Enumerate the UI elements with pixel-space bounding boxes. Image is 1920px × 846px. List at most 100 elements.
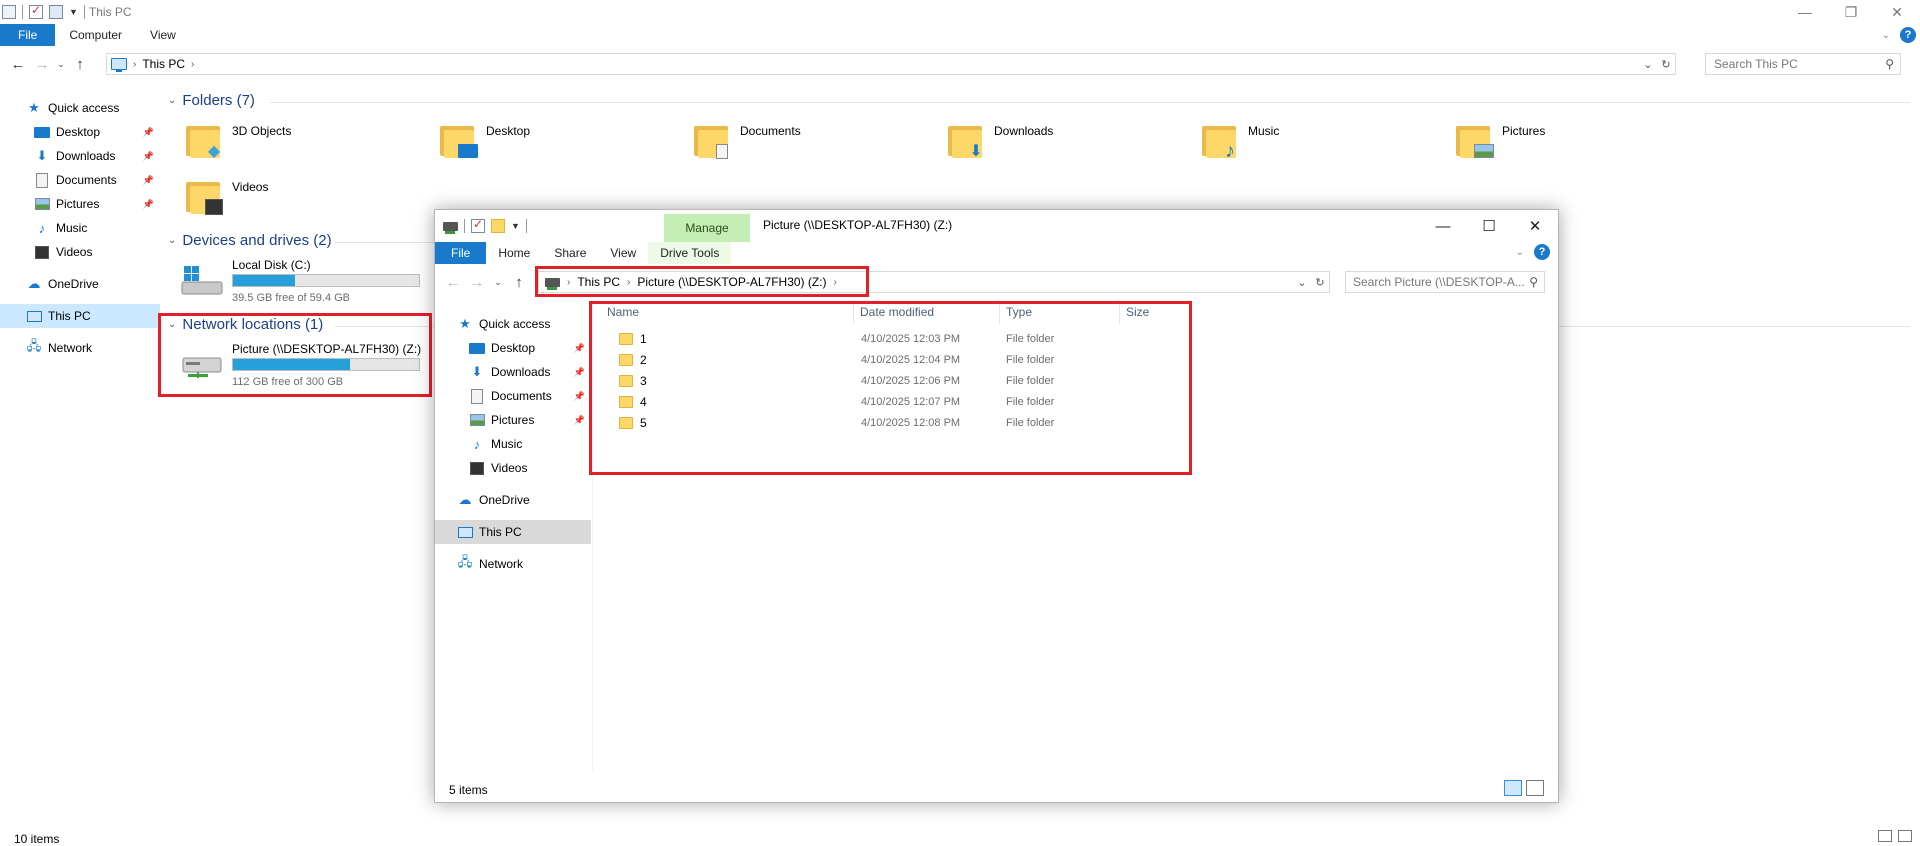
- pin-icon[interactable]: 📌: [143, 127, 154, 138]
- expand-ribbon-icon[interactable]: ⌄: [1516, 247, 1524, 258]
- nav-item-quick-access[interactable]: ★ Quick access: [0, 96, 160, 120]
- nav-item-downloads[interactable]: ⬇ Downloads 📌: [435, 360, 591, 384]
- breadcrumb-this-pc[interactable]: This PC: [142, 57, 185, 71]
- pin-icon[interactable]: 📌: [574, 415, 585, 426]
- tab-computer[interactable]: Computer: [55, 24, 136, 46]
- address-dropdown-icon[interactable]: ⌄: [1639, 58, 1657, 71]
- folder-videos[interactable]: Videos: [186, 178, 436, 228]
- breadcrumb-separator[interactable]: ›: [834, 277, 837, 288]
- table-row[interactable]: 1 4/10/2025 12:03 PM File folder: [593, 328, 1193, 349]
- pin-icon[interactable]: 📌: [574, 367, 585, 378]
- back-button[interactable]: ←: [6, 52, 30, 76]
- back-button[interactable]: ←: [441, 270, 465, 294]
- nav-item-quick-access[interactable]: ★ Quick access: [435, 312, 591, 336]
- large-icons-view-button[interactable]: [1898, 830, 1912, 842]
- table-row[interactable]: 2 4/10/2025 12:04 PM File folder: [593, 349, 1193, 370]
- search-input[interactable]: Search Picture (\\DESKTOP-A... ⚲: [1345, 271, 1545, 293]
- address-bar[interactable]: › This PC › Picture (\\DESKTOP-AL7FH30) …: [538, 271, 1330, 293]
- nav-item-network[interactable]: 🖧 Network: [0, 336, 160, 360]
- column-header-size[interactable]: Size: [1120, 300, 1192, 324]
- minimize-button[interactable]: —: [1782, 0, 1828, 24]
- close-button[interactable]: ✕: [1512, 210, 1558, 242]
- details-view-button[interactable]: [1878, 830, 1892, 842]
- recent-locations-icon[interactable]: ⌄: [491, 270, 505, 294]
- qat-dropdown-icon[interactable]: ▼: [511, 221, 520, 231]
- breadcrumb-separator[interactable]: ›: [191, 59, 194, 70]
- tab-drive-tools[interactable]: Drive Tools: [648, 242, 732, 264]
- tab-manage-context[interactable]: Manage: [664, 214, 750, 242]
- tab-view[interactable]: View: [598, 242, 648, 264]
- column-header-type[interactable]: Type: [1000, 300, 1120, 324]
- properties-icon[interactable]: [471, 217, 485, 233]
- search-input[interactable]: Search This PC ⚲: [1705, 53, 1901, 75]
- pin-icon[interactable]: 📌: [143, 151, 154, 162]
- minimize-button[interactable]: —: [1420, 210, 1466, 242]
- search-icon[interactable]: ⚲: [1885, 57, 1894, 71]
- table-row[interactable]: 3 4/10/2025 12:06 PM File folder: [593, 370, 1193, 391]
- tab-view[interactable]: View: [136, 24, 190, 46]
- column-header-name[interactable]: Name: [593, 300, 854, 324]
- section-header-network[interactable]: ⌄ Network locations (1): [168, 316, 323, 333]
- restore-button[interactable]: ❐: [1828, 0, 1874, 24]
- table-row[interactable]: 5 4/10/2025 12:08 PM File folder: [593, 412, 1193, 433]
- close-button[interactable]: ✕: [1874, 0, 1920, 24]
- nav-item-onedrive[interactable]: ☁ OneDrive: [0, 272, 160, 296]
- section-header-devices[interactable]: ⌄ Devices and drives (2): [168, 232, 332, 249]
- nav-item-pictures[interactable]: Pictures 📌: [0, 192, 160, 216]
- tab-file[interactable]: File: [0, 24, 56, 46]
- expand-ribbon-icon[interactable]: ⌄: [1882, 30, 1890, 41]
- properties-icon[interactable]: [29, 3, 43, 19]
- nav-item-documents[interactable]: Documents 📌: [435, 384, 591, 408]
- pin-icon[interactable]: 📌: [574, 343, 585, 354]
- nav-item-pictures[interactable]: Pictures 📌: [435, 408, 591, 432]
- search-icon[interactable]: ⚲: [1529, 275, 1538, 289]
- qat-dropdown-icon[interactable]: ▼: [69, 7, 78, 17]
- nav-item-music[interactable]: ♪ Music: [435, 432, 591, 456]
- help-icon[interactable]: ?: [1900, 27, 1916, 43]
- maximize-button[interactable]: ☐: [1466, 210, 1512, 242]
- address-dropdown-icon[interactable]: ⌄: [1293, 276, 1311, 289]
- large-icons-view-button[interactable]: [1526, 780, 1544, 796]
- refresh-icon[interactable]: ↻: [1657, 58, 1675, 71]
- drive-network-picture-z[interactable]: Picture (\\DESKTOP-AL7FH30) (Z:) 112 GB …: [180, 342, 450, 392]
- nav-item-onedrive[interactable]: ☁ OneDrive: [435, 488, 591, 512]
- folder-pictures[interactable]: Pictures: [1456, 122, 1706, 172]
- pin-icon[interactable]: 📌: [574, 391, 585, 402]
- collapse-chevron-icon[interactable]: ⌄: [168, 319, 176, 330]
- tab-file[interactable]: File: [435, 242, 487, 264]
- tab-share[interactable]: Share: [542, 242, 598, 264]
- nav-item-this-pc[interactable]: This PC: [0, 304, 160, 328]
- breadcrumb-separator[interactable]: ›: [627, 277, 630, 288]
- forward-button[interactable]: →: [465, 270, 489, 294]
- column-header-date-modified[interactable]: Date modified: [854, 300, 1000, 324]
- folder-desktop[interactable]: Desktop: [440, 122, 690, 172]
- breadcrumb-network-drive[interactable]: Picture (\\DESKTOP-AL7FH30) (Z:): [637, 275, 826, 289]
- folder-downloads[interactable]: ⬇ Downloads: [948, 122, 1198, 172]
- collapse-chevron-icon[interactable]: ⌄: [168, 235, 176, 246]
- new-folder-icon[interactable]: [49, 5, 63, 19]
- nav-item-videos[interactable]: Videos: [0, 240, 160, 264]
- recent-locations-icon[interactable]: ⌄: [54, 52, 68, 76]
- new-folder-icon[interactable]: [491, 219, 505, 233]
- nav-item-downloads[interactable]: ⬇ Downloads 📌: [0, 144, 160, 168]
- nav-item-this-pc[interactable]: This PC: [435, 520, 591, 544]
- collapse-chevron-icon[interactable]: ⌄: [168, 95, 176, 106]
- details-view-button[interactable]: [1504, 780, 1522, 796]
- folder-3d-objects[interactable]: ◆ 3D Objects: [186, 122, 436, 172]
- nav-item-music[interactable]: ♪ Music: [0, 216, 160, 240]
- folder-documents[interactable]: Documents: [694, 122, 944, 172]
- drive-local-disk-c[interactable]: Local Disk (C:) 39.5 GB free of 59.4 GB: [180, 258, 450, 308]
- breadcrumb-this-pc[interactable]: This PC: [577, 275, 620, 289]
- refresh-icon[interactable]: ↻: [1311, 276, 1329, 289]
- computer-icon[interactable]: [2, 5, 16, 19]
- up-button[interactable]: ↑: [507, 270, 531, 294]
- tab-home[interactable]: Home: [486, 242, 542, 264]
- breadcrumb-separator[interactable]: ›: [567, 277, 570, 288]
- up-button[interactable]: ↑: [68, 52, 92, 76]
- breadcrumb-separator[interactable]: ›: [133, 59, 136, 70]
- folder-music[interactable]: ♪ Music: [1202, 122, 1452, 172]
- forward-button[interactable]: →: [30, 52, 54, 76]
- nav-item-desktop[interactable]: Desktop 📌: [0, 120, 160, 144]
- nav-item-documents[interactable]: Documents 📌: [0, 168, 160, 192]
- nav-item-videos[interactable]: Videos: [435, 456, 591, 480]
